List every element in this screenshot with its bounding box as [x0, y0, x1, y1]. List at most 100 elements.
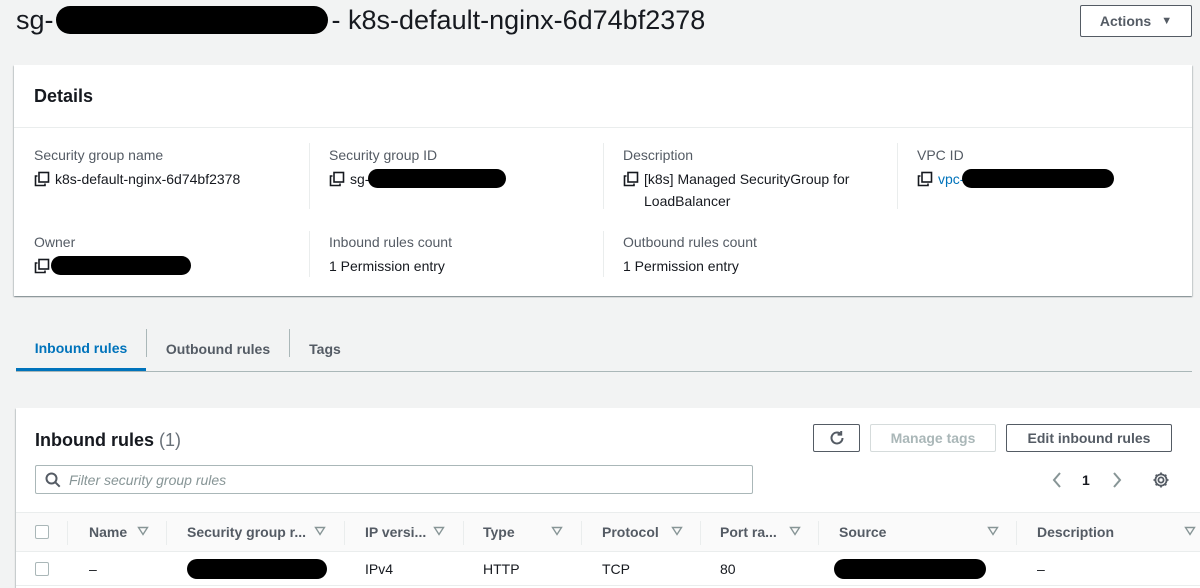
- owner-label: Owner: [34, 234, 76, 250]
- sort-icon: [551, 526, 563, 536]
- column-source[interactable]: Source: [839, 513, 1009, 551]
- inbound-count-value-row: 1 Permission entry: [329, 255, 599, 277]
- column-divider: [603, 143, 604, 209]
- vpc-id-value-row: vpc-: [917, 168, 1187, 190]
- vpc-id-link[interactable]: vpc-: [938, 168, 964, 190]
- filter-box: [35, 465, 753, 494]
- title-suffix: - k8s-default-nginx-6d74bf2378: [331, 5, 706, 35]
- copy-icon[interactable]: [34, 258, 50, 274]
- tab-tags[interactable]: Tags: [290, 327, 360, 371]
- column-divider: [463, 521, 464, 545]
- select-all-checkbox[interactable]: [35, 525, 49, 539]
- search-icon: [45, 472, 61, 487]
- column-description[interactable]: Description: [1037, 513, 1200, 551]
- inbound-rules-count: (1): [159, 430, 182, 450]
- tab-inbound-rules[interactable]: Inbound rules: [16, 327, 146, 371]
- row-select-cell: [35, 552, 49, 586]
- sort-icon: [314, 526, 326, 536]
- column-divider: [309, 143, 310, 209]
- redacted-id: [55, 5, 328, 34]
- column-divider: [897, 143, 898, 209]
- column-divider: [309, 231, 310, 277]
- outbound-count-label: Outbound rules count: [623, 234, 757, 250]
- column-label: IP versi...: [365, 524, 427, 540]
- page-title: sg- - k8s-default-nginx-6d74bf2378: [16, 2, 705, 38]
- column-label: Name: [89, 524, 128, 540]
- details-heading: Details: [34, 86, 94, 106]
- sg-name-value-row: k8s-default-nginx-6d74bf2378: [34, 168, 304, 190]
- redacted-rule-id: [187, 559, 327, 579]
- column-label: Type: [483, 524, 515, 540]
- column-name[interactable]: Name: [89, 513, 169, 551]
- outbound-count-value: 1 Permission entry: [623, 258, 739, 274]
- copy-icon[interactable]: [917, 171, 933, 187]
- refresh-icon: [830, 431, 843, 445]
- row-checkbox[interactable]: [35, 562, 49, 576]
- column-divider: [67, 521, 68, 545]
- title-prefix: sg-: [16, 5, 54, 35]
- column-divider: [700, 521, 701, 545]
- prev-page-button[interactable]: [1050, 468, 1064, 492]
- sort-icon: [789, 526, 801, 536]
- column-ip-version[interactable]: IP versi...: [365, 513, 455, 551]
- cell-description: –: [1037, 561, 1045, 577]
- cell-source: [834, 552, 986, 586]
- tab-outbound-rules[interactable]: Outbound rules: [147, 327, 289, 371]
- inbound-rules-panel: Inbound rules (1) Manage tags Edit inbou…: [16, 408, 1200, 588]
- sort-icon: [433, 526, 445, 536]
- vpc-id-label: VPC ID: [917, 147, 964, 163]
- page-number[interactable]: 1: [1082, 468, 1090, 492]
- description-value-row: [k8s] Managed SecurityGroup for LoadBala…: [623, 168, 893, 212]
- column-label: Source: [839, 524, 887, 540]
- description-field: Description [k8s] Managed SecurityGroup …: [623, 146, 893, 212]
- sg-id-label: Security group ID: [329, 147, 438, 163]
- column-security-group-rule-id[interactable]: Security group r...: [187, 513, 337, 551]
- manage-tags-button[interactable]: Manage tags: [870, 424, 996, 452]
- tab-bar: Inbound rules Outbound rules Tags: [16, 327, 1192, 372]
- actions-button[interactable]: Actions ▼: [1080, 5, 1192, 37]
- column-port-range[interactable]: Port ra...: [720, 513, 810, 551]
- inbound-count-field: Inbound rules count 1 Permission entry: [329, 233, 599, 277]
- column-type[interactable]: Type: [483, 513, 573, 551]
- copy-icon[interactable]: [329, 171, 345, 187]
- column-divider: [603, 231, 604, 277]
- cell-security-group-rule-id: [187, 552, 327, 586]
- copy-icon[interactable]: [34, 171, 50, 187]
- column-divider: [1016, 521, 1017, 545]
- sort-icon: [137, 526, 149, 536]
- settings-button[interactable]: [1152, 468, 1170, 492]
- redacted-id: [962, 169, 1115, 188]
- outbound-count-field: Outbound rules count 1 Permission entry: [623, 233, 893, 277]
- select-all-cell: [35, 513, 49, 551]
- column-protocol[interactable]: Protocol: [602, 513, 702, 551]
- sort-icon: [1184, 526, 1196, 536]
- sg-id-value-row: sg-: [329, 168, 599, 190]
- table-row[interactable]: – IPv4 HTTP TCP 80 –: [16, 552, 1200, 586]
- edit-inbound-rules-button[interactable]: Edit inbound rules: [1006, 424, 1172, 452]
- column-divider: [581, 521, 582, 545]
- inbound-rules-title: Inbound rules: [35, 430, 154, 450]
- owner-value-row: [34, 255, 304, 275]
- owner-field: Owner: [34, 233, 304, 275]
- sg-id-value: sg-: [350, 171, 370, 187]
- actions-label: Actions: [1099, 13, 1152, 29]
- copy-icon[interactable]: [623, 171, 639, 187]
- refresh-button[interactable]: [813, 424, 860, 452]
- outbound-count-value-row: 1 Permission entry: [623, 255, 893, 277]
- column-label: Description: [1037, 524, 1115, 540]
- details-panel: Details Security group name k8s-default-…: [14, 65, 1192, 296]
- sg-id-field: Security group ID sg-: [329, 146, 599, 190]
- description-label: Description: [623, 147, 694, 163]
- chevron-left-icon: [1052, 472, 1061, 488]
- cell-ip-version: IPv4: [365, 561, 394, 577]
- filter-input[interactable]: [69, 466, 752, 493]
- vpc-id-field: VPC ID vpc-: [917, 146, 1187, 190]
- column-label: Port ra...: [720, 524, 777, 540]
- page-header: sg- - k8s-default-nginx-6d74bf2378 Action…: [0, 0, 1200, 44]
- next-page-button[interactable]: [1110, 468, 1124, 492]
- sort-icon: [671, 526, 683, 536]
- inbound-count-value: 1 Permission entry: [329, 258, 445, 274]
- column-divider: [344, 521, 345, 545]
- column-divider: [818, 521, 819, 545]
- redacted-owner: [51, 256, 191, 275]
